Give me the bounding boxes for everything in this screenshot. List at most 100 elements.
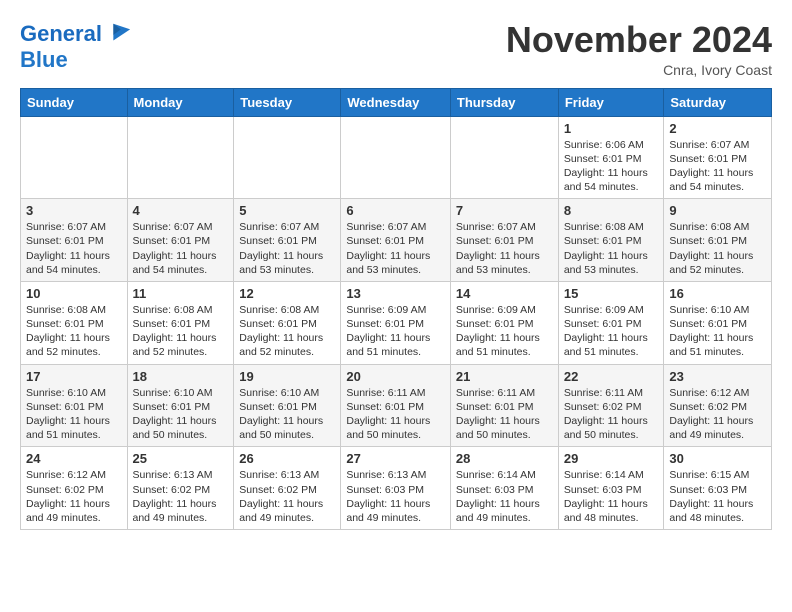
calendar-cell: 8 Sunrise: 6:08 AMSunset: 6:01 PMDaylight…: [558, 199, 664, 282]
day-number: 7: [456, 203, 553, 218]
calendar-cell: 4 Sunrise: 6:07 AMSunset: 6:01 PMDaylight…: [127, 199, 234, 282]
logo-text: General: [20, 22, 102, 46]
day-number: 12: [239, 286, 335, 301]
calendar-header-monday: Monday: [127, 88, 234, 116]
day-info: Sunrise: 6:07 AMSunset: 6:01 PMDaylight:…: [669, 138, 766, 195]
calendar-cell: 26 Sunrise: 6:13 AMSunset: 6:02 PMDayligh…: [234, 447, 341, 530]
logo-blue: Blue: [20, 47, 68, 72]
day-info: Sunrise: 6:06 AMSunset: 6:01 PMDaylight:…: [564, 138, 659, 195]
day-info: Sunrise: 6:08 AMSunset: 6:01 PMDaylight:…: [564, 220, 659, 277]
calendar-week-row: 3Sunrise: 6:07 AMSunset: 6:01 PMDaylight…: [21, 199, 772, 282]
calendar-header-sunday: Sunday: [21, 88, 128, 116]
calendar-cell: 23Sunrise: 6:12 AMSunset: 6:02 PMDayligh…: [664, 364, 772, 447]
header: General Blue November 2024 Cnra, Ivory C…: [20, 20, 772, 78]
logo-icon: [104, 20, 132, 48]
day-info: Sunrise: 6:14 AMSunset: 6:03 PMDaylight:…: [456, 468, 553, 525]
day-info: Sunrise: 6:08 AMSunset: 6:01 PMDaylight:…: [133, 303, 229, 360]
calendar-cell: 25Sunrise: 6:13 AMSunset: 6:02 PMDayligh…: [127, 447, 234, 530]
calendar-cell: 15 Sunrise: 6:09 AMSunset: 6:01 PMDayligh…: [558, 281, 664, 364]
day-number: 1: [564, 121, 659, 136]
day-info: Sunrise: 6:08 AMSunset: 6:01 PMDaylight:…: [669, 220, 766, 277]
calendar-cell: 3Sunrise: 6:07 AMSunset: 6:01 PMDaylight…: [21, 199, 128, 282]
day-info: Sunrise: 6:10 AMSunset: 6:01 PMDaylight:…: [669, 303, 766, 360]
day-number: 24: [26, 451, 122, 466]
calendar-cell: [450, 116, 558, 199]
calendar-cell: [234, 116, 341, 199]
title-block: November 2024 Cnra, Ivory Coast: [506, 20, 772, 78]
day-info: Sunrise: 6:07 AMSunset: 6:01 PMDaylight:…: [456, 220, 553, 277]
day-number: 5: [239, 203, 335, 218]
day-number: 11: [133, 286, 229, 301]
calendar-cell: 14 Sunrise: 6:09 AMSunset: 6:01 PMDayligh…: [450, 281, 558, 364]
day-number: 21: [456, 369, 553, 384]
day-number: 4: [133, 203, 229, 218]
month-title: November 2024: [506, 20, 772, 60]
calendar-cell: [21, 116, 128, 199]
day-number: 19: [239, 369, 335, 384]
day-info: Sunrise: 6:07 AMSunset: 6:01 PMDaylight:…: [133, 220, 229, 277]
day-number: 8: [564, 203, 659, 218]
calendar-cell: 20 Sunrise: 6:11 AMSunset: 6:01 PMDayligh…: [341, 364, 451, 447]
calendar-cell: 16 Sunrise: 6:10 AMSunset: 6:01 PMDayligh…: [664, 281, 772, 364]
day-info: Sunrise: 6:09 AMSunset: 6:01 PMDaylight:…: [346, 303, 445, 360]
day-info: Sunrise: 6:13 AMSunset: 6:02 PMDaylight:…: [239, 468, 335, 525]
calendar-cell: 21 Sunrise: 6:11 AMSunset: 6:01 PMDayligh…: [450, 364, 558, 447]
day-info: Sunrise: 6:13 AMSunset: 6:03 PMDaylight:…: [346, 468, 445, 525]
calendar-cell: 9 Sunrise: 6:08 AMSunset: 6:01 PMDaylight…: [664, 199, 772, 282]
day-number: 20: [346, 369, 445, 384]
day-info: Sunrise: 6:09 AMSunset: 6:01 PMDaylight:…: [564, 303, 659, 360]
calendar-cell: 2 Sunrise: 6:07 AMSunset: 6:01 PMDaylight…: [664, 116, 772, 199]
day-info: Sunrise: 6:09 AMSunset: 6:01 PMDaylight:…: [456, 303, 553, 360]
calendar-cell: 29 Sunrise: 6:14 AMSunset: 6:03 PMDayligh…: [558, 447, 664, 530]
day-info: Sunrise: 6:10 AMSunset: 6:01 PMDaylight:…: [133, 386, 229, 443]
calendar-header-tuesday: Tuesday: [234, 88, 341, 116]
calendar-cell: 28 Sunrise: 6:14 AMSunset: 6:03 PMDayligh…: [450, 447, 558, 530]
calendar-header-wednesday: Wednesday: [341, 88, 451, 116]
day-info: Sunrise: 6:07 AMSunset: 6:01 PMDaylight:…: [346, 220, 445, 277]
calendar-cell: 24 Sunrise: 6:12 AMSunset: 6:02 PMDayligh…: [21, 447, 128, 530]
day-number: 6: [346, 203, 445, 218]
day-number: 9: [669, 203, 766, 218]
day-info: Sunrise: 6:10 AMSunset: 6:01 PMDaylight:…: [239, 386, 335, 443]
day-number: 28: [456, 451, 553, 466]
day-number: 29: [564, 451, 659, 466]
day-number: 30: [669, 451, 766, 466]
day-number: 26: [239, 451, 335, 466]
calendar-cell: 17 Sunrise: 6:10 AMSunset: 6:01 PMDayligh…: [21, 364, 128, 447]
day-info: Sunrise: 6:13 AMSunset: 6:02 PMDaylight:…: [133, 468, 229, 525]
calendar-header-row: SundayMondayTuesdayWednesdayThursdayFrid…: [21, 88, 772, 116]
day-info: Sunrise: 6:11 AMSunset: 6:01 PMDaylight:…: [456, 386, 553, 443]
day-number: 27: [346, 451, 445, 466]
calendar-cell: [127, 116, 234, 199]
day-number: 16: [669, 286, 766, 301]
day-info: Sunrise: 6:10 AMSunset: 6:01 PMDaylight:…: [26, 386, 122, 443]
calendar-cell: 30 Sunrise: 6:15 AMSunset: 6:03 PMDayligh…: [664, 447, 772, 530]
calendar-week-row: 24 Sunrise: 6:12 AMSunset: 6:02 PMDayligh…: [21, 447, 772, 530]
day-info: Sunrise: 6:14 AMSunset: 6:03 PMDaylight:…: [564, 468, 659, 525]
day-info: Sunrise: 6:07 AMSunset: 6:01 PMDaylight:…: [239, 220, 335, 277]
calendar-week-row: 17 Sunrise: 6:10 AMSunset: 6:01 PMDayligh…: [21, 364, 772, 447]
day-number: 17: [26, 369, 122, 384]
day-info: Sunrise: 6:15 AMSunset: 6:03 PMDaylight:…: [669, 468, 766, 525]
day-info: Sunrise: 6:07 AMSunset: 6:01 PMDaylight:…: [26, 220, 122, 277]
day-number: 2: [669, 121, 766, 136]
day-info: Sunrise: 6:11 AMSunset: 6:02 PMDaylight:…: [564, 386, 659, 443]
day-info: Sunrise: 6:11 AMSunset: 6:01 PMDaylight:…: [346, 386, 445, 443]
day-number: 14: [456, 286, 553, 301]
day-number: 18: [133, 369, 229, 384]
calendar-cell: 5 Sunrise: 6:07 AMSunset: 6:01 PMDaylight…: [234, 199, 341, 282]
calendar-cell: 7 Sunrise: 6:07 AMSunset: 6:01 PMDaylight…: [450, 199, 558, 282]
day-number: 15: [564, 286, 659, 301]
day-info: Sunrise: 6:12 AMSunset: 6:02 PMDaylight:…: [26, 468, 122, 525]
calendar-cell: 18 Sunrise: 6:10 AMSunset: 6:01 PMDayligh…: [127, 364, 234, 447]
day-info: Sunrise: 6:12 AMSunset: 6:02 PMDaylight:…: [669, 386, 766, 443]
calendar-cell: 12Sunrise: 6:08 AMSunset: 6:01 PMDayligh…: [234, 281, 341, 364]
calendar-cell: 10Sunrise: 6:08 AMSunset: 6:01 PMDayligh…: [21, 281, 128, 364]
day-number: 22: [564, 369, 659, 384]
calendar-cell: [341, 116, 451, 199]
day-number: 13: [346, 286, 445, 301]
calendar-cell: 19 Sunrise: 6:10 AMSunset: 6:01 PMDayligh…: [234, 364, 341, 447]
calendar-cell: 27 Sunrise: 6:13 AMSunset: 6:03 PMDayligh…: [341, 447, 451, 530]
logo: General Blue: [20, 20, 132, 72]
calendar-header-friday: Friday: [558, 88, 664, 116]
